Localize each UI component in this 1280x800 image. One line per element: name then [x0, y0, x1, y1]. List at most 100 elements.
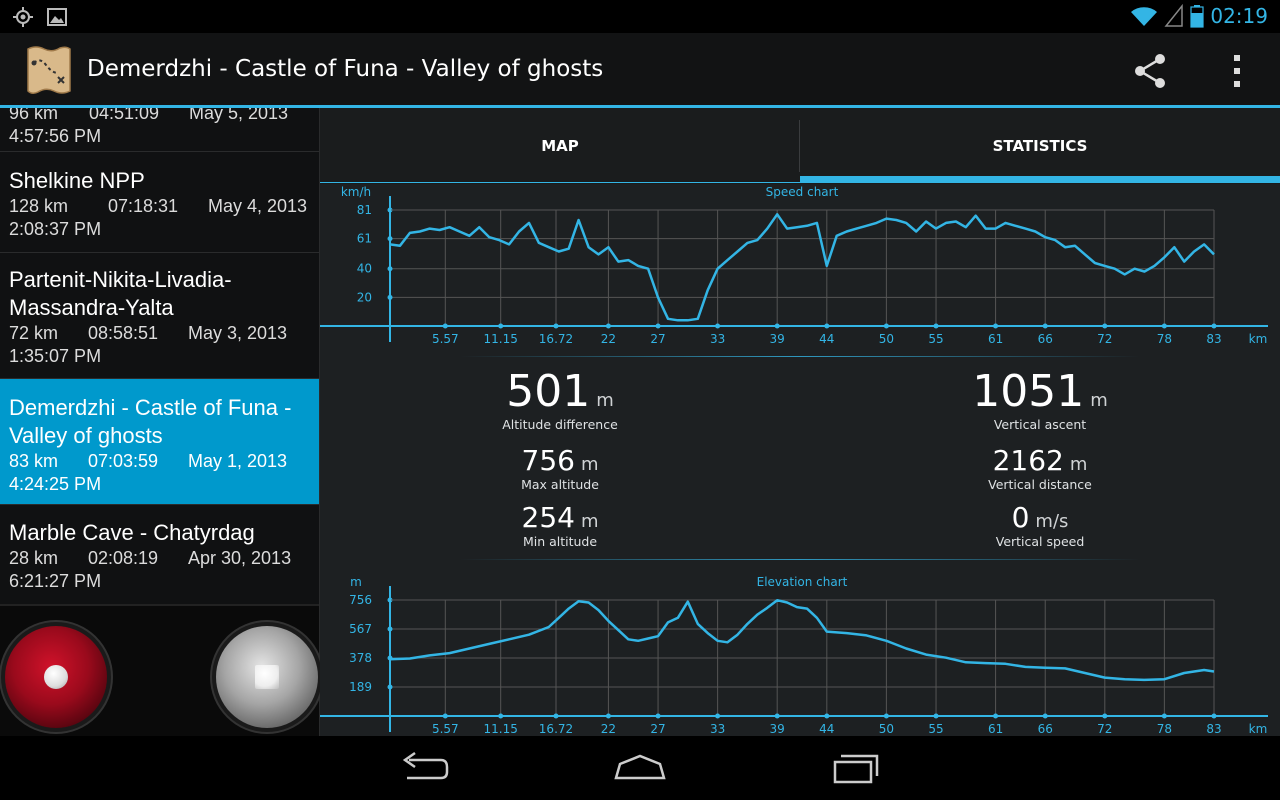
x-tick-label: 78 — [1157, 332, 1172, 346]
tab-bar: MAP STATISTICS — [320, 108, 1280, 184]
track-distance: 72 km — [9, 323, 59, 343]
y-tick-label: 61 — [357, 232, 372, 246]
wifi-icon — [1131, 7, 1158, 26]
list-item[interactable]: 96 km 04:51:09 May 5, 2013 4:57:56 PM — [0, 108, 319, 152]
stop-button[interactable] — [216, 626, 318, 728]
divider-line — [460, 356, 1140, 357]
stat-value: 501 — [506, 366, 591, 417]
stat-label: Max altitude — [521, 477, 599, 492]
track-distance: 128 km — [9, 196, 69, 216]
page-title: Demerdzhi - Castle of Funa - Valley of g… — [87, 56, 604, 82]
stat-unit: m/s — [1035, 511, 1069, 532]
clock: 02:19 — [1210, 4, 1268, 28]
action-bar: Demerdzhi - Castle of Funa - Valley of g… — [0, 33, 1280, 108]
chart-title: Speed chart — [766, 185, 839, 199]
app-map-icon[interactable] — [22, 43, 76, 97]
track-start-time: 4:57:56 PM — [9, 126, 102, 146]
x-tick-label: 50 — [879, 332, 894, 346]
x-tick-label: 27 — [650, 722, 665, 736]
chart-title: Elevation chart — [757, 575, 848, 589]
list-item[interactable]: Partenit-Nikita-Livadia- Massandra-Yalta… — [0, 253, 319, 379]
track-name-line2: Valley of ghosts — [9, 423, 163, 448]
record-button[interactable] — [5, 626, 107, 728]
stat-altitude-difference: 501 m Altitude difference — [410, 366, 710, 432]
track-duration: 07:03:59 — [88, 451, 159, 471]
stat-label: Vertical speed — [995, 534, 1085, 549]
x-tick-label: 33 — [710, 332, 725, 346]
track-duration: 07:18:31 — [108, 196, 179, 216]
tab-map[interactable]: MAP — [320, 108, 800, 184]
y-tick-label: 378 — [349, 651, 372, 665]
record-dot-icon — [44, 665, 68, 689]
x-tick-label: 83 — [1206, 332, 1221, 346]
track-name-line1: Partenit-Nikita-Livadia- — [9, 267, 232, 292]
overflow-menu-icon[interactable] — [1220, 51, 1256, 91]
track-name: Shelkine NPP — [9, 168, 145, 193]
stat-unit: m — [596, 390, 614, 411]
statistics-panel: MAP STATISTICS Speed chart km/h 5.57 11.15 1… — [320, 108, 1280, 736]
x-tick-label: 55 — [928, 722, 943, 736]
recent-apps-icon[interactable] — [827, 750, 887, 786]
list-item-selected[interactable]: Demerdzhi - Castle of Funa - Valley of g… — [0, 379, 319, 505]
stat-min-altitude: 254 m Min altitude — [410, 501, 710, 549]
list-item[interactable]: Shelkine NPP 128 km 07:18:31 May 4, 2013… — [0, 153, 319, 253]
stat-value: 254 — [521, 501, 575, 534]
x-tick-label: 61 — [988, 722, 1003, 736]
track-start-time: 2:08:37 PM — [9, 219, 102, 239]
track-date: May 3, 2013 — [188, 323, 288, 343]
tab-statistics[interactable]: STATISTICS — [800, 108, 1280, 184]
battery-icon — [1190, 5, 1204, 28]
navigation-bar — [0, 736, 1280, 800]
track-duration: 04:51:09 — [89, 108, 160, 123]
track-start-time: 4:24:25 PM — [9, 474, 102, 494]
share-icon[interactable] — [1128, 51, 1172, 91]
x-tick-label: 50 — [879, 722, 894, 736]
x-tick-label: 61 — [988, 332, 1003, 346]
track-distance: 28 km — [9, 548, 59, 568]
stat-unit: m — [1069, 454, 1088, 475]
track-name-line1: Demerdzhi - Castle of Funa - — [9, 395, 292, 420]
home-icon[interactable] — [610, 750, 670, 786]
track-duration: 02:08:19 — [88, 548, 159, 568]
track-list[interactable]: 96 km 04:51:09 May 5, 2013 4:57:56 PM Sh… — [0, 108, 319, 604]
x-tick-label: 66 — [1038, 332, 1053, 346]
track-name: Marble Cave - Chatyrdag — [9, 520, 255, 545]
stat-unit: m — [1090, 390, 1108, 411]
track-distance: 96 km — [9, 108, 59, 123]
x-tick-label: 72 — [1097, 722, 1112, 736]
elevation-chart[interactable]: Elevation chart m 5.57 11.15 16.72 22 27 33 39 44… — [320, 568, 1280, 736]
x-tick-label: 5.57 — [432, 722, 459, 736]
x-tick-label: 16.72 — [539, 722, 573, 736]
track-duration: 08:58:51 — [88, 323, 159, 343]
x-tick-label: 39 — [770, 332, 785, 346]
x-tick-label: 44 — [819, 722, 834, 736]
x-tick-label: 16.72 — [539, 332, 573, 346]
status-bar: 02:19 — [0, 0, 1280, 33]
x-tick-label: 72 — [1097, 332, 1112, 346]
stat-label: Vertical ascent — [993, 417, 1087, 432]
x-tick-label: 22 — [601, 722, 616, 736]
y-tick-label: 567 — [349, 622, 372, 636]
y-tick-label: 40 — [357, 262, 372, 276]
track-start-time: 6:21:27 PM — [9, 571, 102, 591]
x-axis-unit: km — [1249, 332, 1268, 346]
back-icon[interactable] — [395, 750, 455, 786]
stat-max-altitude: 756 m Max altitude — [410, 444, 710, 492]
stat-vertical-distance: 2162 m Vertical distance — [890, 444, 1190, 492]
stat-label: Min altitude — [522, 534, 598, 549]
x-tick-label: 66 — [1038, 722, 1053, 736]
stop-square-icon — [255, 665, 279, 689]
recording-controls — [0, 604, 319, 736]
x-axis-unit: km — [1249, 722, 1268, 736]
track-start-time: 1:35:07 PM — [9, 346, 102, 366]
stat-vertical-ascent: 1051 m Vertical ascent — [890, 366, 1190, 432]
x-tick-label: 44 — [819, 332, 834, 346]
stat-vertical-speed: 0 m/s Vertical speed — [890, 501, 1190, 549]
track-distance: 83 km — [9, 451, 59, 471]
image-icon — [47, 8, 67, 26]
track-date: May 4, 2013 — [208, 196, 308, 216]
speed-chart[interactable]: Speed chart km/h 5.57 11.15 16.72 22 27 33 39 44 5… — [320, 184, 1280, 354]
stat-value: 2162 — [992, 444, 1064, 477]
list-item[interactable]: Marble Cave - Chatyrdag 28 km 02:08:19 A… — [0, 505, 319, 604]
x-tick-label: 33 — [710, 722, 725, 736]
